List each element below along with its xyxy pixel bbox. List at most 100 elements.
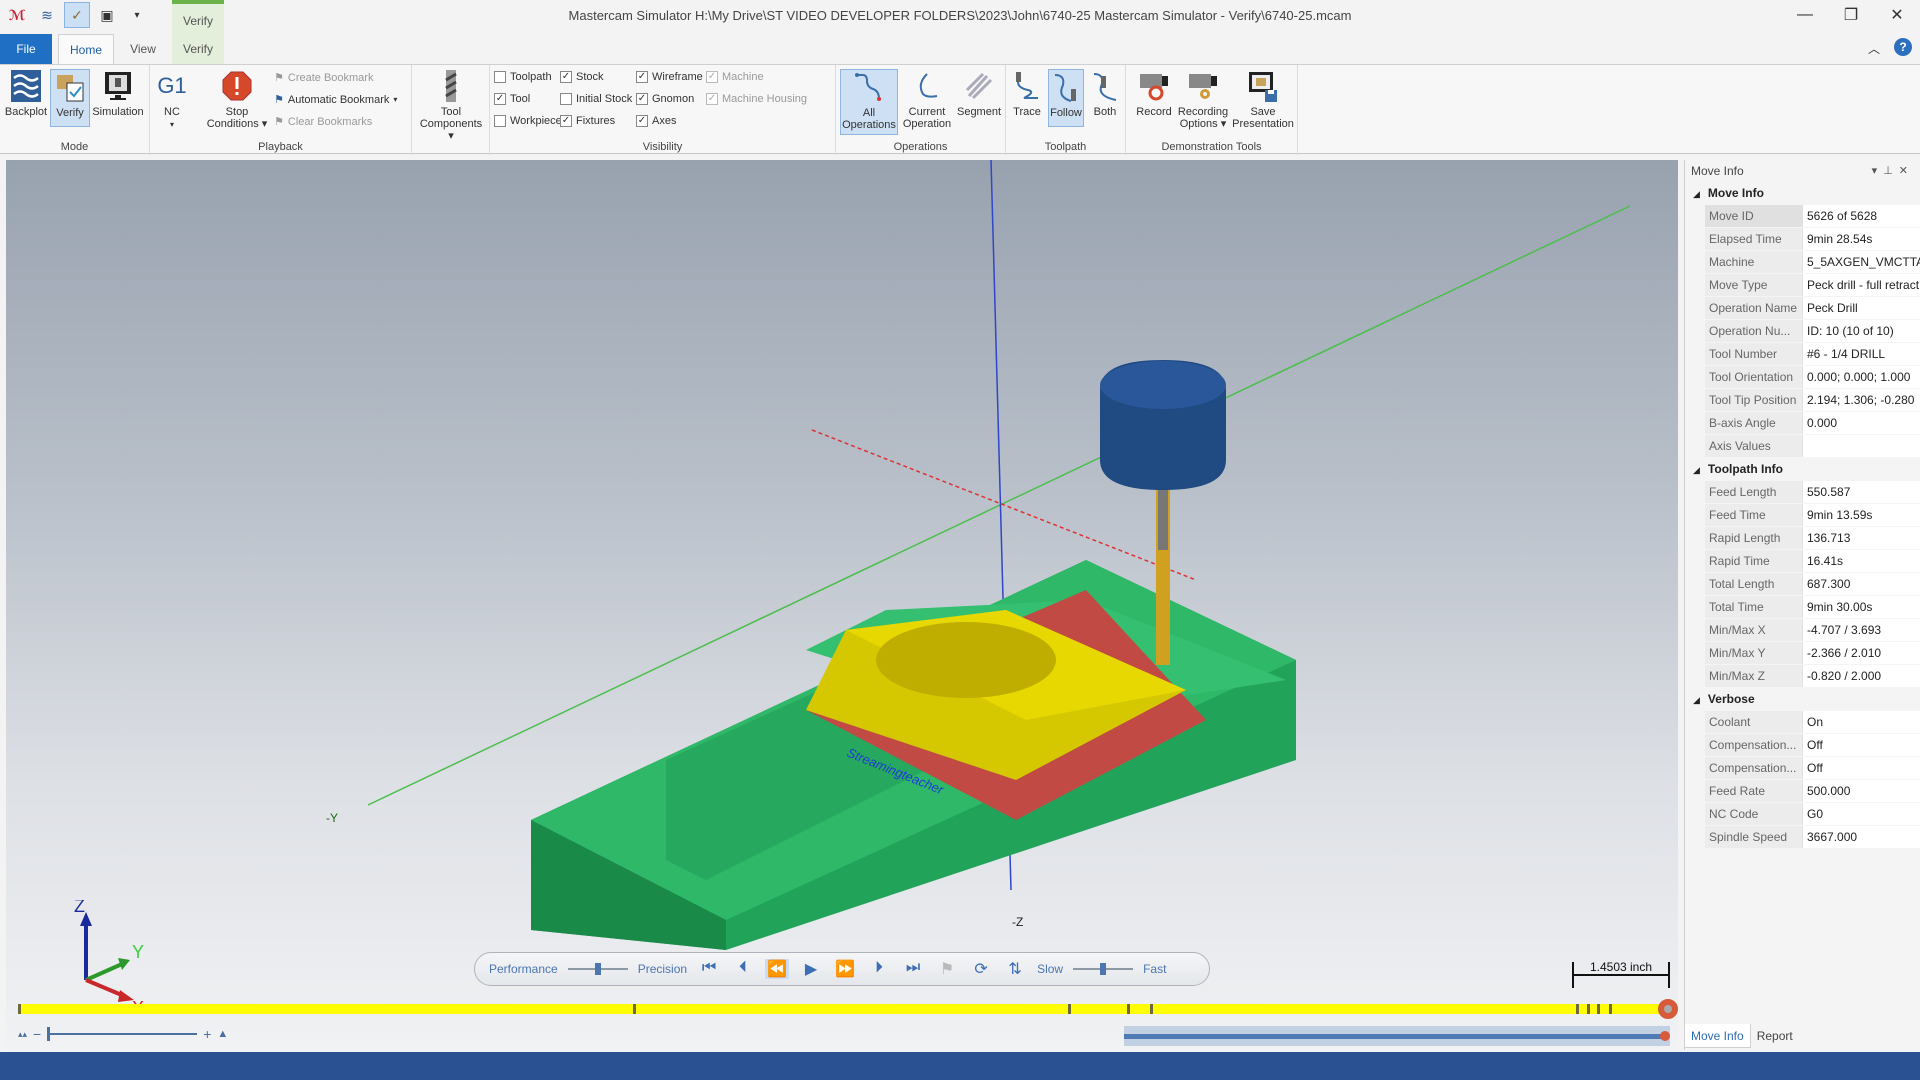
- backplot-button[interactable]: Backplot: [4, 69, 48, 118]
- verify-button[interactable]: Verify: [50, 69, 90, 127]
- zoom-in-icon[interactable]: +: [203, 1026, 211, 1042]
- trace-button[interactable]: Trace: [1010, 69, 1044, 118]
- property-row[interactable]: B-axis Angle 0.000: [1705, 412, 1920, 435]
- minimize-button[interactable]: —: [1782, 0, 1828, 30]
- tab-file[interactable]: File: [0, 34, 52, 64]
- play-forward-button[interactable]: ⏩: [833, 959, 857, 979]
- timeline-bookmark-tick[interactable]: [1587, 1004, 1591, 1014]
- checkbox-toolpath[interactable]: Toolpath: [494, 71, 552, 83]
- play-backward-button[interactable]: ⏪: [765, 959, 790, 979]
- property-row[interactable]: Rapid Length 136.713: [1705, 527, 1920, 550]
- step-back-button[interactable]: ⏴: [731, 959, 755, 979]
- timeline-bar[interactable]: [18, 1004, 1670, 1014]
- tab-view[interactable]: View: [120, 34, 166, 64]
- checkbox-workpiece[interactable]: Workpiece: [494, 115, 562, 127]
- checkbox-box[interactable]: ✓: [636, 93, 648, 105]
- property-row[interactable]: Feed Length 550.587: [1705, 481, 1920, 504]
- quality-slider[interactable]: [567, 962, 628, 976]
- tab-verify[interactable]: Verify: [172, 34, 224, 64]
- checkbox-initial-stock[interactable]: Initial Stock: [560, 93, 632, 105]
- property-row[interactable]: Min/Max X -4.707 / 3.693: [1705, 619, 1920, 642]
- simulation-button[interactable]: Simulation: [92, 69, 144, 118]
- all-operations-button[interactable]: All Operations: [840, 69, 898, 135]
- property-row[interactable]: Axis Values: [1705, 435, 1920, 458]
- 3d-viewport[interactable]: -Y -Z Streamingteacher Z Y X: [6, 160, 1678, 1050]
- property-row[interactable]: Min/Max Z -0.820 / 2.000: [1705, 665, 1920, 688]
- property-row[interactable]: Elapsed Time 9min 28.54s: [1705, 228, 1920, 251]
- go-to-end-button[interactable]: ⏭: [901, 959, 925, 979]
- timeline-bookmark-tick[interactable]: [1608, 1004, 1612, 1014]
- checkbox-tool[interactable]: ✓ Tool: [494, 93, 530, 105]
- tab-report[interactable]: Report: [1751, 1024, 1799, 1048]
- checkbox-wireframe[interactable]: ✓ Wireframe: [636, 71, 703, 83]
- tab-move-info[interactable]: Move Info: [1684, 1024, 1751, 1048]
- property-row[interactable]: Tool Orientation 0.000; 0.000; 1.000: [1705, 366, 1920, 389]
- property-row[interactable]: Tool Tip Position 2.194; 1.306; -0.280: [1705, 389, 1920, 412]
- collapse-triangle-icon[interactable]: ◢: [1693, 189, 1700, 199]
- property-row[interactable]: Move Type Peck drill - full retract: [1705, 274, 1920, 297]
- timeline-bookmark-tick[interactable]: [633, 1004, 636, 1014]
- property-row[interactable]: Tool Number #6 - 1/4 DRILL: [1705, 343, 1920, 366]
- mastercam-logo-icon[interactable]: ℳ: [4, 2, 30, 28]
- checkbox-box[interactable]: [494, 115, 506, 127]
- property-row[interactable]: Compensation... Off: [1705, 757, 1920, 780]
- add-bookmark-button[interactable]: ⚑: [935, 959, 959, 979]
- automatic-bookmark-button[interactable]: ⚑ Automatic Bookmark ▾: [274, 93, 397, 107]
- timeline-bookmark-tick[interactable]: [1067, 1004, 1071, 1014]
- create-bookmark-button[interactable]: ⚑ Create Bookmark: [274, 71, 373, 85]
- property-row[interactable]: Operation Name Peck Drill: [1705, 297, 1920, 320]
- tool-components-button[interactable]: Tool Components ▾: [416, 69, 486, 142]
- checkbox-box[interactable]: ✓: [706, 71, 718, 83]
- record-button[interactable]: Record: [1134, 69, 1174, 118]
- checkbox-box[interactable]: [560, 93, 572, 105]
- property-row[interactable]: Min/Max Y -2.366 / 2.010: [1705, 642, 1920, 665]
- checkbox-axes[interactable]: ✓ Axes: [636, 115, 676, 127]
- zoom-out-icon[interactable]: −: [33, 1026, 41, 1042]
- checkbox-box[interactable]: ✓: [636, 71, 648, 83]
- help-icon[interactable]: ?: [1894, 38, 1912, 56]
- loop-alternate-button[interactable]: ⇅: [1003, 959, 1027, 979]
- checkbox-fixtures[interactable]: ✓ Fixtures: [560, 115, 615, 127]
- follow-button[interactable]: Follow: [1048, 69, 1084, 127]
- play-button[interactable]: ▶: [799, 959, 823, 979]
- property-row[interactable]: Feed Rate 500.000: [1705, 780, 1920, 803]
- current-operation-button[interactable]: Current Operation: [900, 69, 954, 130]
- property-row[interactable]: NC Code G0: [1705, 803, 1920, 826]
- timeline-zoom-slider[interactable]: [47, 1027, 198, 1041]
- property-row[interactable]: Spindle Speed 3667.000: [1705, 826, 1920, 849]
- property-row[interactable]: Total Length 687.300: [1705, 573, 1920, 596]
- checkbox-box[interactable]: ✓: [560, 115, 572, 127]
- verify-icon[interactable]: ✓: [64, 2, 90, 28]
- property-row[interactable]: Machine 5_5AXGEN_VMCTTAB: [1705, 251, 1920, 274]
- loop-button[interactable]: ⟳: [969, 959, 993, 979]
- go-to-start-button[interactable]: ⏮: [697, 959, 721, 979]
- backplot-icon[interactable]: ≋: [34, 2, 60, 28]
- timeline-bookmark-tick[interactable]: [1597, 1004, 1601, 1014]
- simulation-icon[interactable]: ▣: [94, 2, 120, 28]
- quality-slider-thumb[interactable]: [594, 963, 601, 975]
- panel-dropdown-icon[interactable]: ▾: [1872, 165, 1884, 177]
- speed-slider-thumb[interactable]: [1100, 963, 1107, 975]
- property-row[interactable]: Move ID 5626 of 5628: [1705, 205, 1920, 228]
- mini-timeline[interactable]: [1124, 1026, 1670, 1046]
- mini-timeline-marker[interactable]: [1660, 1031, 1670, 1041]
- timeline-bookmark-tick[interactable]: [1149, 1004, 1153, 1014]
- speed-slider[interactable]: [1073, 962, 1134, 976]
- close-button[interactable]: ✕: [1874, 0, 1920, 30]
- checkbox-stock[interactable]: ✓ Stock: [560, 71, 604, 83]
- both-button[interactable]: Both: [1088, 69, 1122, 118]
- property-row[interactable]: Rapid Time 16.41s: [1705, 550, 1920, 573]
- property-row[interactable]: Total Time 9min 30.00s: [1705, 596, 1920, 619]
- section-move-info[interactable]: ◢ Move Info: [1685, 182, 1920, 205]
- section-toolpath-info[interactable]: ◢ Toolpath Info: [1685, 458, 1920, 481]
- segment-button[interactable]: Segment: [956, 69, 1002, 118]
- checkbox-gnomon[interactable]: ✓ Gnomon: [636, 93, 694, 105]
- checkbox-box[interactable]: [494, 71, 506, 83]
- timeline-bookmark-tick[interactable]: [18, 1004, 21, 1014]
- checkbox-box[interactable]: ✓: [560, 71, 572, 83]
- property-row[interactable]: Compensation... Off: [1705, 734, 1920, 757]
- zoom-in-far-icon[interactable]: ▲: [217, 1028, 228, 1040]
- checkbox-box[interactable]: ✓: [636, 115, 648, 127]
- collapse-triangle-icon[interactable]: ◢: [1693, 695, 1700, 705]
- restore-button[interactable]: ❐: [1828, 0, 1874, 30]
